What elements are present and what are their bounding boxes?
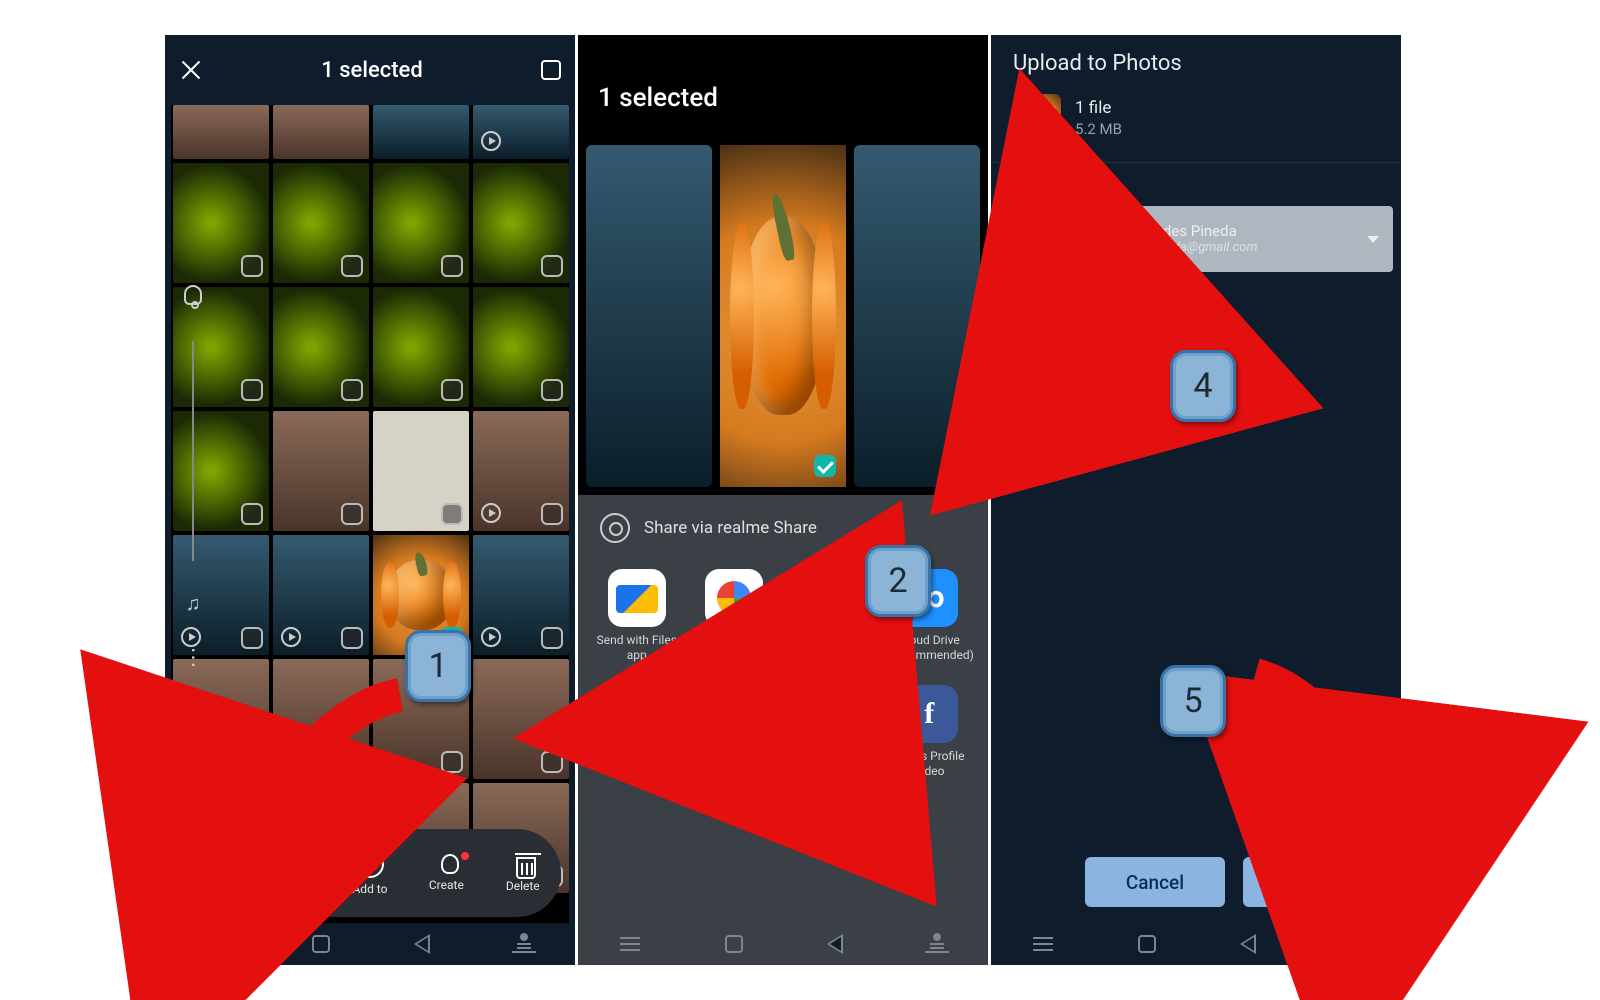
selection-count: 1 selected (578, 75, 988, 127)
scroll-sidebar: ♫ ⋯ (177, 285, 209, 685)
nav-back-icon[interactable] (414, 934, 430, 954)
share-app-files[interactable]: Send with Files app (588, 569, 686, 663)
nav-home-icon[interactable] (312, 935, 330, 953)
create-label: Create (429, 878, 464, 892)
lightbulb-icon (441, 854, 459, 874)
selection-count: 1 selected (203, 58, 541, 83)
app-label: DingTalk (614, 749, 660, 764)
avatar (1013, 219, 1053, 259)
nav-back-icon[interactable] (827, 934, 843, 954)
account-email: carlajanevedespineda@gmail.com (1065, 240, 1355, 256)
thumb-checkbox[interactable] (341, 503, 363, 525)
app-label: Send with Files app (588, 633, 686, 663)
page-indicator (578, 779, 988, 812)
thumb-checkbox[interactable] (541, 627, 563, 649)
nav-home-icon[interactable] (725, 935, 743, 953)
upload-title: Upload to Photos (991, 35, 1401, 86)
video-play-icon (481, 131, 501, 151)
app-label: Mail (723, 749, 746, 764)
cancel-button[interactable]: Cancel (1085, 857, 1225, 907)
select-all-icon[interactable] (541, 60, 561, 80)
app-label: Your Story (804, 749, 859, 764)
app-label: Set as Profile Video (881, 749, 979, 779)
nav-home-icon[interactable] (1138, 935, 1156, 953)
nav-accessibility-icon[interactable] (1341, 933, 1359, 955)
realme-share-icon (600, 513, 630, 543)
chevron-down-icon (1367, 236, 1379, 243)
file-size: 5.2 MB (1075, 120, 1122, 138)
thumb-checkbox[interactable] (541, 379, 563, 401)
thumb-checkbox[interactable] (541, 751, 563, 773)
thumb-checkbox[interactable] (441, 379, 463, 401)
android-navbar (165, 923, 575, 965)
upload-file-summary: 1 file 5.2 MB (991, 86, 1401, 162)
selection-header: 1 selected (165, 35, 575, 105)
step-marker-2: 2 (865, 545, 931, 617)
close-icon[interactable] (179, 58, 203, 82)
bell-icon[interactable] (184, 285, 202, 305)
video-play-icon (281, 627, 301, 647)
account-selector[interactable]: Carla Jane evedes Pineda carlajanevedesp… (999, 206, 1393, 272)
preview-thumb[interactable] (854, 145, 980, 487)
thumb-checkbox[interactable] (441, 255, 463, 277)
step-marker-5: 5 (1160, 665, 1226, 737)
more-icon[interactable]: ⋯ (181, 647, 206, 671)
thumb-checkbox-checked[interactable] (814, 455, 836, 477)
nav-recents-icon[interactable] (1033, 943, 1053, 945)
thumb-checkbox[interactable] (441, 503, 463, 525)
thumb-checkbox[interactable] (241, 255, 263, 277)
thumb-checkbox[interactable] (241, 503, 263, 525)
thumb-checkbox[interactable] (341, 627, 363, 649)
share-app-dingtalk[interactable]: DingTalk (588, 685, 686, 779)
nav-back-icon[interactable] (1240, 934, 1256, 954)
share-preview-area: 1 selected (578, 35, 988, 495)
realme-share-label: Share via realme Share (644, 518, 817, 538)
thumb-checkbox[interactable] (241, 627, 263, 649)
create-button[interactable]: Create (411, 854, 481, 892)
account-section-label: Account (991, 177, 1401, 206)
nav-accessibility-icon[interactable] (515, 933, 533, 955)
android-navbar (991, 923, 1401, 965)
step-marker-4: 4 (1170, 350, 1236, 422)
thumb-checkbox[interactable] (241, 379, 263, 401)
thumb-checkbox[interactable] (541, 255, 563, 277)
delete-label: Delete (506, 879, 540, 893)
dingtalk-icon (608, 685, 666, 743)
file-count: 1 file (1075, 98, 1122, 118)
upload-thumbnail (1013, 94, 1061, 142)
nav-recents-icon[interactable] (620, 943, 640, 945)
thumb-checkbox[interactable] (341, 255, 363, 277)
annotation-arrow-4 (1040, 280, 1180, 470)
video-play-icon (481, 627, 501, 647)
phone-share-sheet: 1 selected Share via realme Share Send w… (578, 35, 988, 965)
thumb-checkbox[interactable] (441, 751, 463, 773)
thumb-checkbox[interactable] (541, 503, 563, 525)
divider (991, 162, 1401, 163)
video-play-icon (481, 503, 501, 523)
account-name: Carla Jane evedes Pineda (1065, 222, 1355, 240)
delete-button[interactable]: Delete (488, 853, 558, 893)
preview-thumb[interactable] (586, 145, 712, 487)
trash-icon (516, 857, 536, 879)
annotation-arrow-5 (1225, 655, 1405, 895)
preview-thumb-selected[interactable] (720, 145, 846, 487)
music-icon[interactable]: ♫ (186, 591, 201, 616)
scroll-track[interactable] (192, 341, 194, 561)
android-navbar (578, 923, 988, 965)
step-marker-1: 1 (405, 630, 471, 702)
annotation-arrow-1 (190, 675, 420, 905)
files-app-icon (608, 569, 666, 627)
nav-recents-icon[interactable] (207, 943, 227, 945)
nav-accessibility-icon[interactable] (928, 933, 946, 955)
thumb-checkbox[interactable] (341, 379, 363, 401)
